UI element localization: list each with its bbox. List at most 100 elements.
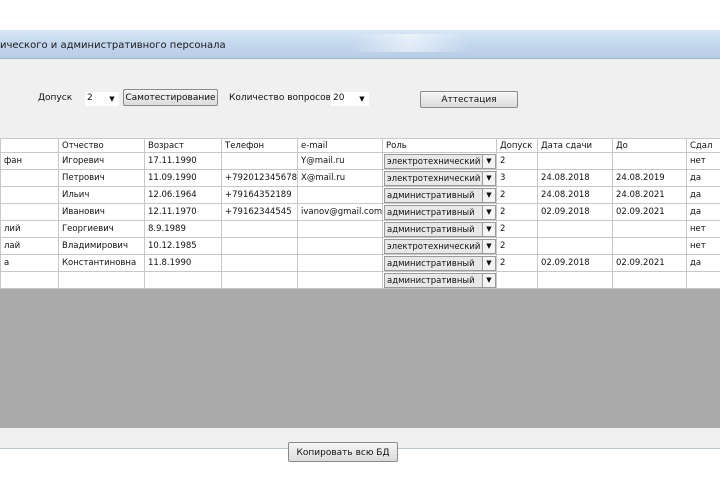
table-row[interactable]: Ильич 12.06.1964 +79164352189 административ… [0,186,720,204]
table-cell[interactable] [537,237,613,255]
table-cell[interactable]: 12.06.1964 [144,186,222,204]
data-grid[interactable]: Отчество Возраст Телефон e-mail Роль Допуск Да… [0,138,720,428]
table-cell[interactable] [297,254,383,272]
table-cell[interactable]: +79164352189 [221,186,298,204]
table-cell[interactable]: 24.08.2018 [537,169,613,187]
table-cell[interactable]: 2 [496,220,538,238]
table-cell[interactable]: 11.09.1990 [144,169,222,187]
role-select[interactable]: электротехнический ▼ [384,153,496,169]
table-cell[interactable]: да [686,186,720,204]
table-cell[interactable]: Константиновна [58,254,145,272]
table-cell[interactable] [612,271,687,289]
table-cell[interactable]: 3 [496,169,538,187]
table-cell[interactable]: лий [0,220,59,238]
column-header[interactable]: Сдал [686,138,720,153]
table-cell[interactable]: электротехнический ▼ [382,169,497,187]
attestation-button[interactable]: Аттестация [420,91,518,108]
role-select[interactable]: электротехнический ▼ [384,170,496,186]
role-select[interactable]: административный ▼ [384,204,496,220]
column-header[interactable]: Телефон [221,138,298,153]
chevron-down-icon[interactable]: ▼ [482,256,495,270]
table-cell[interactable]: 02.09.2018 [537,254,613,272]
table-cell[interactable] [144,271,222,289]
table-cell[interactable]: 10.12.1985 [144,237,222,255]
table-cell[interactable]: +792012345678 [221,169,298,187]
table-cell[interactable]: а [0,254,59,272]
chevron-down-icon[interactable]: ▼ [482,154,495,168]
table-cell[interactable]: Георгиевич [58,220,145,238]
table-cell[interactable]: нет [686,237,720,255]
table-cell[interactable]: X@mail.ru [297,169,383,187]
chevron-down-icon[interactable]: ▼ [482,205,495,219]
table-cell[interactable]: фан [0,152,59,170]
table-cell[interactable]: административный ▼ [382,186,497,204]
chevron-down-icon[interactable]: ▼ [482,239,495,253]
column-header[interactable]: Дата сдачи [537,138,613,153]
table-cell[interactable] [221,271,298,289]
column-header[interactable]: Отчество [58,138,145,153]
table-cell[interactable] [537,220,613,238]
table-cell[interactable]: 24.08.2018 [537,186,613,204]
table-cell[interactable] [537,152,613,170]
chevron-down-icon[interactable]: ▼ [482,273,495,287]
table-cell[interactable]: да [686,203,720,221]
table-cell[interactable]: Игоревич [58,152,145,170]
table-cell[interactable] [612,220,687,238]
table-cell[interactable]: административный ▼ [382,271,497,289]
table-row[interactable]: лий Георгиевич 8.9.1989 административный ▼ 2 н… [0,220,720,238]
table-row[interactable]: Иванович 12.11.1970 +79162344545 ivanov@gma… [0,203,720,221]
column-header[interactable]: Допуск [496,138,538,153]
table-cell[interactable] [537,271,613,289]
role-select[interactable]: административный ▼ [384,221,496,237]
table-row[interactable]: Петрович 11.09.1990 +792012345678 X@mail.ru… [0,169,720,187]
chevron-down-icon[interactable]: ▼ [482,188,495,202]
table-cell[interactable]: нет [686,220,720,238]
table-cell[interactable]: Петрович [58,169,145,187]
table-cell[interactable] [297,186,383,204]
table-cell[interactable]: 24.08.2019 [612,169,687,187]
table-cell[interactable] [0,169,59,187]
table-cell[interactable]: 11.8.1990 [144,254,222,272]
role-select[interactable]: электротехнический ▼ [384,238,496,254]
table-cell[interactable]: +79162344545 [221,203,298,221]
table-cell[interactable]: административный ▼ [382,203,497,221]
table-cell[interactable] [221,152,298,170]
table-cell[interactable] [58,271,145,289]
role-select[interactable]: административный ▼ [384,187,496,203]
role-select[interactable]: административный ▼ [384,272,496,288]
table-cell[interactable]: 2 [496,237,538,255]
table-cell[interactable] [297,220,383,238]
table-cell[interactable] [0,186,59,204]
dopusk-select[interactable]: 2 ▼ [84,91,120,107]
table-cell[interactable]: 2 [496,203,538,221]
role-select[interactable]: административный ▼ [384,255,496,271]
table-cell[interactable]: 2 [496,152,538,170]
table-cell[interactable]: 2 [496,254,538,272]
table-row[interactable]: фан Игоревич 17.11.1990 Y@mail.ru электротех… [0,152,720,170]
table-row[interactable]: а Константиновна 11.8.1990 административный… [0,254,720,272]
table-cell[interactable] [496,271,538,289]
table-cell[interactable]: административный ▼ [382,220,497,238]
table-cell[interactable]: 2 [496,186,538,204]
table-cell[interactable] [221,254,298,272]
table-cell[interactable]: 02.09.2021 [612,254,687,272]
column-header[interactable] [0,138,59,153]
chevron-down-icon[interactable]: ▼ [482,171,495,185]
table-cell[interactable]: Y@mail.ru [297,152,383,170]
table-cell[interactable]: Владимирович [58,237,145,255]
table-cell[interactable] [221,220,298,238]
table-cell[interactable]: лай [0,237,59,255]
table-cell[interactable]: да [686,254,720,272]
table-cell[interactable] [297,271,383,289]
table-cell[interactable]: Иванович [58,203,145,221]
chevron-down-icon[interactable]: ▼ [107,93,117,105]
column-header[interactable]: Возраст [144,138,222,153]
table-cell[interactable]: ivanov@gmail.com [297,203,383,221]
table-cell[interactable]: Ильич [58,186,145,204]
table-row[interactable]: административный ▼ [0,271,720,289]
table-cell[interactable]: электротехнический ▼ [382,152,497,170]
table-cell[interactable]: 24.08.2021 [612,186,687,204]
self-test-button[interactable]: Самотестирование [123,89,218,106]
table-cell[interactable]: да [686,169,720,187]
column-header[interactable]: Роль [382,138,497,153]
